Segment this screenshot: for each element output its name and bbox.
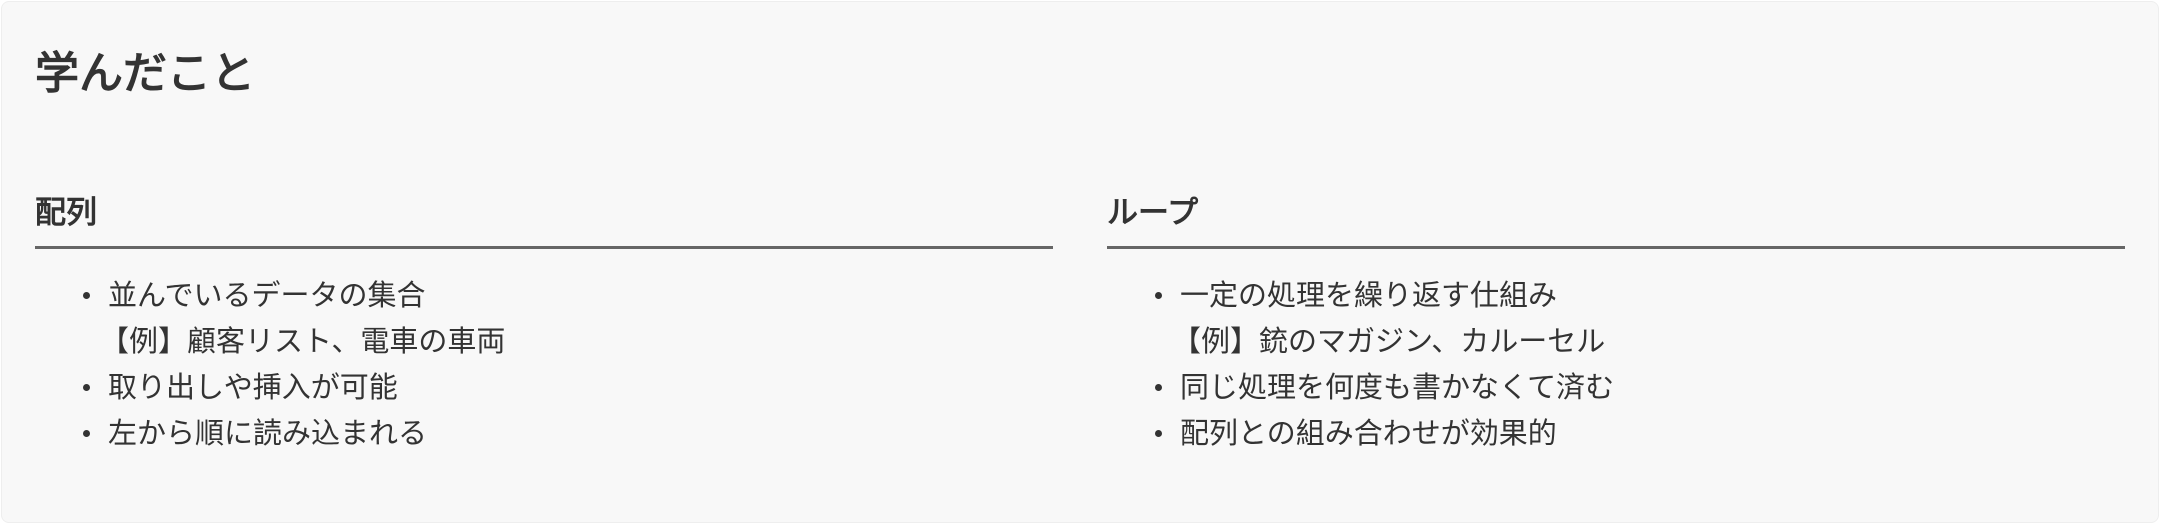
- learning-summary-card: 学んだこと 配列 並んでいるデータの集合 【例】顧客リスト、電車の車両 取り出し…: [1, 1, 2159, 523]
- bullet-icon: [83, 384, 90, 391]
- list-item-example: 【例】顧客リスト、電車の車両: [100, 324, 506, 358]
- list-item-text: 配列との組み合わせが効果的: [1180, 416, 1557, 450]
- list-item-text: 左から順に読み込まれる: [108, 416, 428, 450]
- bullet-icon: [83, 292, 90, 299]
- list-item: 左から順に読み込まれる: [35, 410, 1053, 456]
- array-section: 配列 並んでいるデータの集合 【例】顧客リスト、電車の車両 取り出しや挿入が可能…: [35, 187, 1053, 456]
- list-item-text: 並んでいるデータの集合: [108, 278, 426, 312]
- bullet-icon: [83, 430, 90, 437]
- list-item: 一定の処理を繰り返す仕組み 【例】銃のマガジン、カルーセル: [1107, 272, 2125, 364]
- list-item: 配列との組み合わせが効果的: [1107, 410, 2125, 456]
- loop-heading: ループ: [1107, 187, 2125, 249]
- list-item-text: 取り出しや挿入が可能: [108, 370, 398, 404]
- loop-list: 一定の処理を繰り返す仕組み 【例】銃のマガジン、カルーセル 同じ処理を何度も書か…: [1107, 249, 2125, 456]
- list-item: 同じ処理を何度も書かなくて済む: [1107, 364, 2125, 410]
- loop-section: ループ 一定の処理を繰り返す仕組み 【例】銃のマガジン、カルーセル 同じ処理を何…: [1107, 187, 2125, 456]
- list-item: 並んでいるデータの集合 【例】顧客リスト、電車の車両: [35, 272, 1053, 364]
- list-item: 取り出しや挿入が可能: [35, 364, 1053, 410]
- list-item-text: 同じ処理を何度も書かなくて済む: [1180, 370, 1615, 404]
- array-heading: 配列: [35, 187, 1053, 249]
- bullet-icon: [1155, 384, 1162, 391]
- bullet-icon: [1155, 430, 1162, 437]
- array-list: 並んでいるデータの集合 【例】顧客リスト、電車の車両 取り出しや挿入が可能 左か…: [35, 249, 1053, 456]
- page-title: 学んだこと: [35, 48, 255, 99]
- list-item-text: 一定の処理を繰り返す仕組み: [1180, 278, 1558, 312]
- bullet-icon: [1155, 292, 1162, 299]
- list-item-example: 【例】銃のマガジン、カルーセル: [1172, 324, 1606, 358]
